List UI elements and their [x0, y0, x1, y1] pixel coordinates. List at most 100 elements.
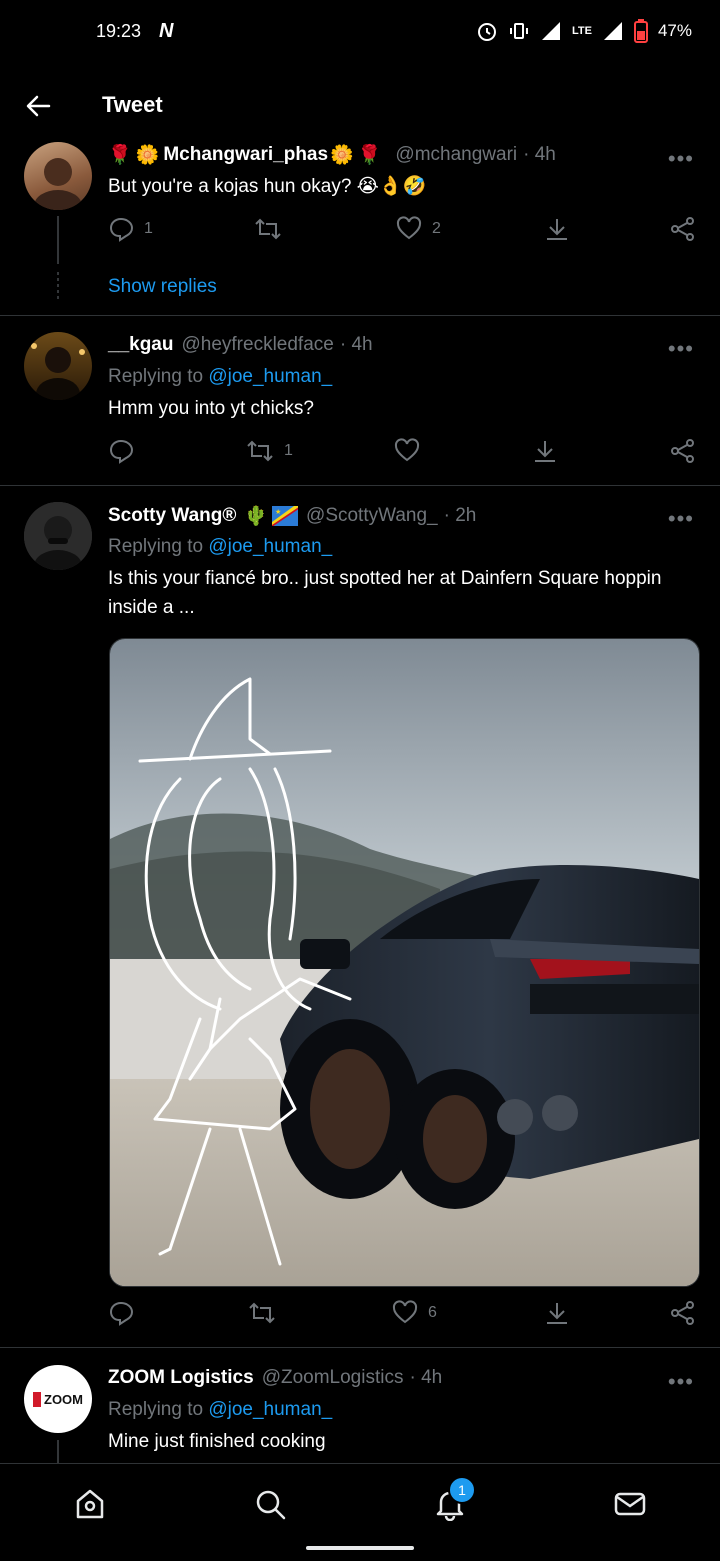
thread-line-dotted [57, 272, 59, 300]
retweet-button[interactable] [248, 1300, 276, 1326]
reply-icon [109, 439, 134, 464]
drc-flag-icon: ★ [272, 506, 299, 526]
more-icon[interactable]: ••• [668, 506, 694, 532]
retweet-icon [249, 1302, 275, 1324]
mail-icon [614, 1492, 646, 1516]
battery-level: 47% [657, 21, 692, 40]
divider [0, 485, 720, 486]
reply-icon [109, 217, 134, 242]
more-icon[interactable]: ••• [668, 336, 694, 362]
vibrate-icon [510, 23, 528, 39]
author-handle[interactable]: @heyfreckledface [181, 334, 333, 356]
tweet-text: But you're a kojas hun okay? 😭👌🤣 [108, 176, 427, 197]
reply-button[interactable] [108, 438, 134, 464]
back-arrow-icon [26, 95, 51, 117]
tweet-time: · 4h [523, 144, 556, 165]
mention-link[interactable]: @joe_human_ [208, 536, 332, 557]
divider [0, 315, 720, 316]
author-name[interactable]: Mchangwari_phas [163, 144, 328, 166]
author-handle[interactable]: @mchangwari [395, 144, 517, 166]
network-type: LTE [572, 25, 592, 37]
like-icon [396, 216, 422, 240]
back-button[interactable] [22, 90, 54, 122]
like-count: 6 [428, 1304, 437, 1321]
cactus-emoji: 🌵 [244, 506, 269, 527]
download-icon [535, 441, 555, 462]
retweet-button[interactable] [254, 216, 282, 242]
rose-emoji: 🌹 [357, 145, 382, 166]
like-icon [394, 438, 420, 462]
replying-prefix: Replying to [108, 366, 209, 387]
header-bar: Tweet [0, 78, 720, 134]
download-button[interactable] [544, 1300, 570, 1326]
replying-prefix: Replying to [108, 536, 209, 557]
nav-notifications[interactable]: 1 [428, 1476, 476, 1526]
home-icon [76, 1489, 104, 1519]
search-icon [256, 1490, 286, 1520]
mention-link[interactable]: @joe_human_ [208, 366, 332, 387]
like-button[interactable] [394, 438, 420, 464]
tweet-time: · 4h [339, 334, 373, 355]
home-indicator[interactable] [306, 1546, 414, 1550]
author-name[interactable]: ZOOM Logistics [108, 1367, 254, 1389]
car-photo [110, 639, 699, 1286]
more-icon[interactable]: ••• [668, 146, 694, 172]
reply-button[interactable]: 1 [108, 216, 153, 242]
nav-search[interactable] [248, 1482, 292, 1526]
status-bar: 19:23 N LTE 47% [0, 0, 720, 62]
more-icon[interactable]: ••• [668, 1369, 694, 1395]
netflix-notification-icon: N [159, 19, 174, 42]
retweet-icon [255, 218, 281, 240]
thread-line [57, 1440, 59, 1463]
avatar[interactable] [24, 502, 92, 570]
nav-home[interactable] [68, 1482, 112, 1526]
reply-count: 1 [144, 220, 153, 237]
share-icon [671, 217, 694, 241]
alarm-icon [478, 23, 496, 41]
download-button[interactable] [532, 438, 558, 464]
reply-icon [109, 1301, 134, 1326]
zoom-logo: ZOOM [33, 1391, 83, 1407]
thread-line [57, 216, 59, 264]
divider [0, 1347, 720, 1348]
share-icon [671, 1301, 694, 1325]
flower-emoji: 🌼 [135, 145, 160, 166]
avatar[interactable]: ZOOM [24, 1365, 92, 1433]
reply-button[interactable] [108, 1300, 134, 1326]
signal-icon-2 [603, 22, 622, 40]
like-icon [392, 1300, 418, 1324]
notification-badge: 1 [448, 1476, 476, 1504]
author-name[interactable]: __kgau [108, 334, 173, 356]
share-icon [671, 439, 694, 463]
svg-text:★: ★ [275, 508, 281, 516]
tweet-text: Is this your fiancé bro.. just spotted h… [108, 568, 662, 618]
battery-icon [633, 19, 648, 43]
retweet-count: 1 [284, 442, 293, 459]
avatar[interactable] [24, 332, 92, 400]
rose-emoji: 🌹 [108, 145, 132, 166]
like-count: 2 [432, 220, 441, 237]
show-replies-link[interactable]: Show replies [108, 276, 217, 298]
page-title: Tweet [102, 92, 163, 117]
replying-prefix: Replying to [108, 1399, 209, 1420]
retweet-button[interactable]: 1 [246, 438, 293, 464]
like-button[interactable]: 2 [396, 216, 441, 242]
signal-icon [542, 22, 560, 40]
replying-to: Replying to @joe_human_ [108, 1399, 332, 1421]
author-handle[interactable]: @ZoomLogistics [262, 1367, 404, 1389]
download-button[interactable] [544, 216, 570, 242]
tweet-image[interactable] [109, 638, 700, 1287]
mention-link[interactable]: @joe_human_ [208, 1399, 332, 1420]
nav-messages[interactable] [608, 1482, 652, 1526]
share-button[interactable] [670, 216, 696, 242]
like-button[interactable]: 6 [392, 1300, 437, 1326]
share-button[interactable] [670, 438, 696, 464]
avatar[interactable] [24, 142, 92, 210]
retweet-icon [247, 440, 273, 462]
author-handle[interactable]: @ScottyWang_ [306, 505, 438, 527]
author-name[interactable]: Scotty Wang® [108, 505, 236, 527]
replying-to: Replying to @joe_human_ [108, 536, 332, 558]
replying-to: Replying to @joe_human_ [108, 366, 332, 388]
tweet-text: Hmm you into yt chicks? [108, 398, 314, 419]
share-button[interactable] [670, 1300, 696, 1326]
